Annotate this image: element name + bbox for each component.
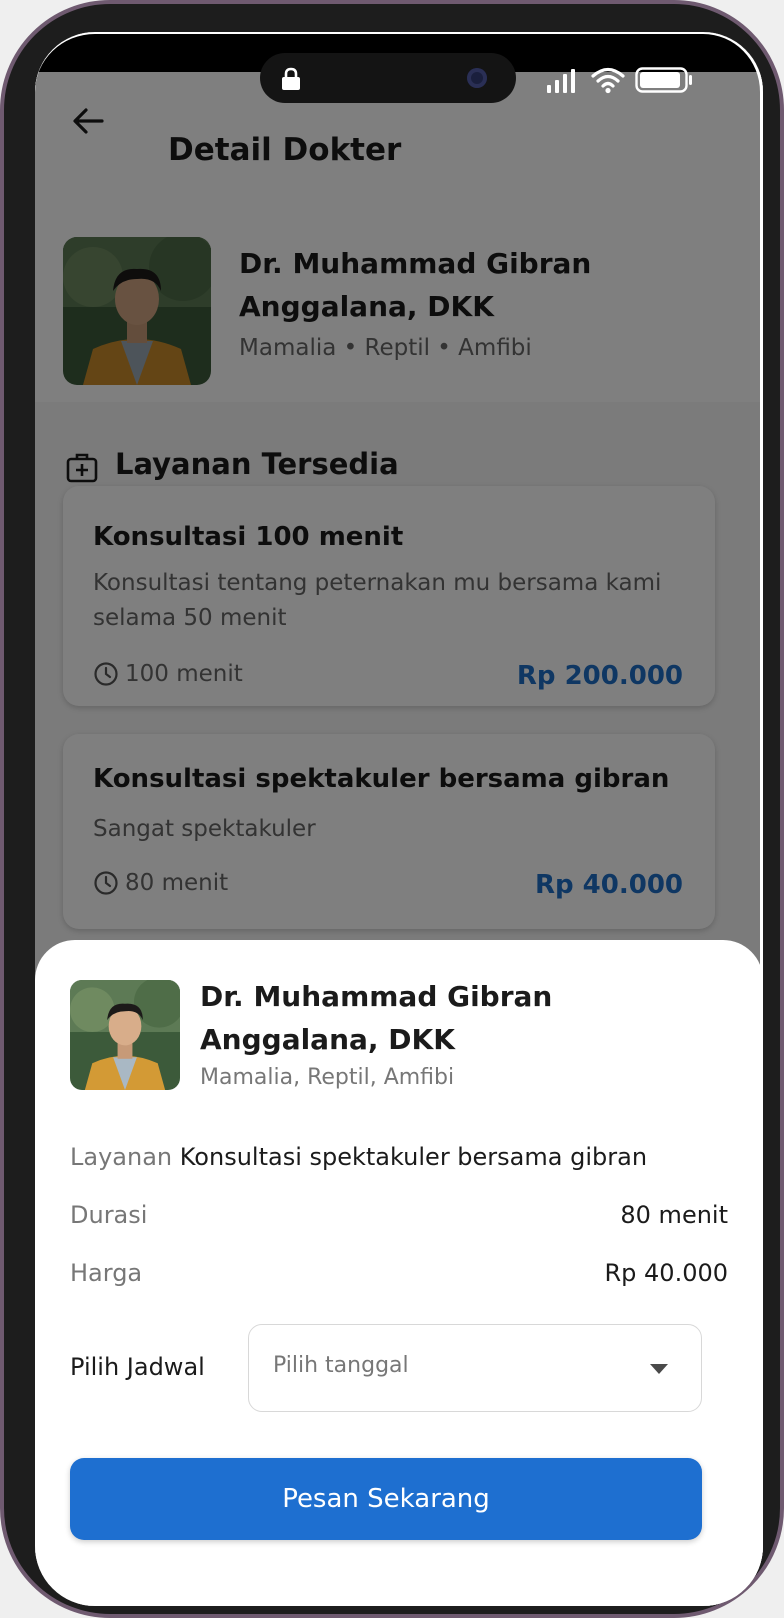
- booking-bottom-sheet: Dr. Muhammad Gibran Anggalana, DKK Mamal…: [35, 940, 763, 1606]
- wifi-icon: [591, 67, 625, 94]
- service-row: Layanan Konsultasi spektakuler bersama g…: [70, 1143, 647, 1171]
- schedule-label: Pilih Jadwal: [70, 1353, 205, 1381]
- duration-value: 80 menit: [620, 1201, 728, 1229]
- dropdown-arrow-icon: [650, 1364, 668, 1374]
- cellular-signal-icon: [547, 69, 575, 93]
- lock-icon: [282, 67, 300, 90]
- date-placeholder: Pilih tanggal: [273, 1353, 409, 1378]
- camera-icon: [467, 68, 487, 88]
- doctor-avatar: [70, 980, 180, 1090]
- order-now-button[interactable]: Pesan Sekarang: [70, 1458, 702, 1540]
- service-label: Layanan: [70, 1143, 180, 1171]
- duration-label: Durasi: [70, 1201, 148, 1229]
- date-select[interactable]: Pilih tanggal: [248, 1324, 702, 1412]
- phone-screen: Detail Dokter Dr. Muhammad Gibran Anggal…: [35, 32, 763, 1606]
- sheet-doctor-specialties: Mamalia, Reptil, Amfibi: [200, 1065, 455, 1090]
- price-value: Rp 40.000: [604, 1259, 728, 1287]
- price-label: Harga: [70, 1259, 143, 1287]
- sheet-doctor-name: Dr. Muhammad Gibran Anggalana, DKK: [200, 980, 553, 1056]
- service-value: Konsultasi spektakuler bersama gibran: [179, 1143, 648, 1171]
- battery-icon: [635, 67, 692, 93]
